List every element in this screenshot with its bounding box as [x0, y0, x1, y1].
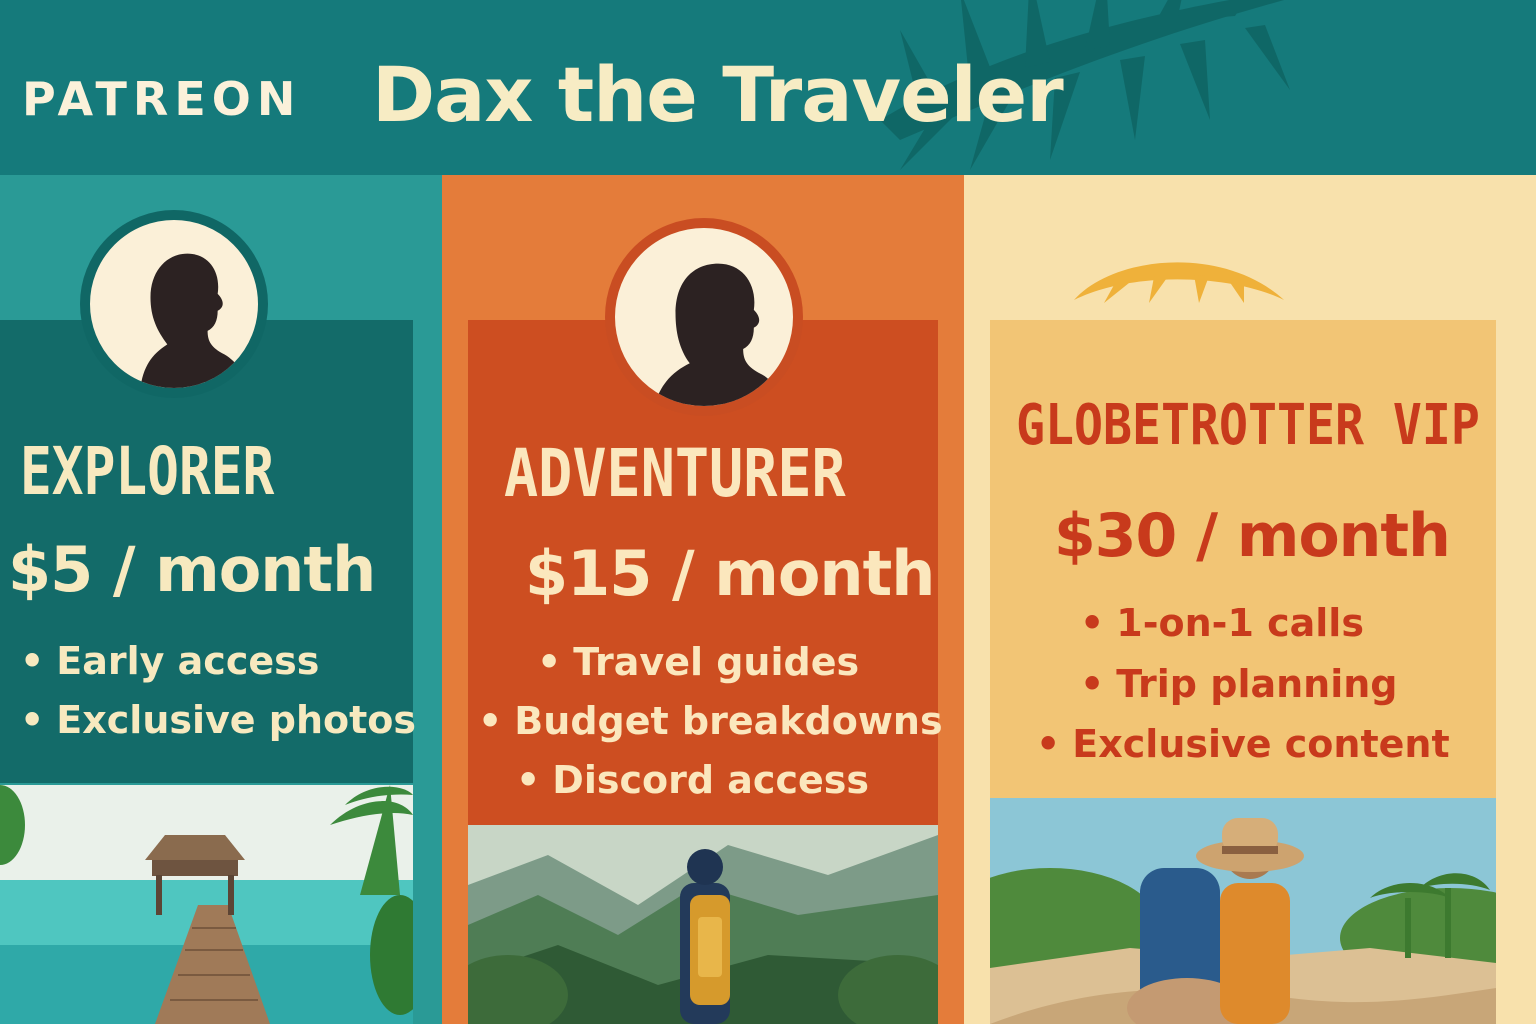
person-silhouette-icon: [654, 263, 779, 406]
page-title: Dax the Traveler: [372, 50, 1064, 139]
patreon-logo[interactable]: PATREON: [22, 72, 301, 126]
tier-name: ADVENTURER: [504, 435, 846, 512]
tier-card-globetrotter-vip[interactable]: GLOBETROTTER VIP $30 / month • 1-on-1 cal…: [964, 175, 1536, 1024]
tier-name: EXPLORER: [20, 433, 275, 510]
benefit-item: • Trip planning: [1080, 662, 1398, 706]
tier-card-adventurer[interactable]: ADVENTURER $15 / month • Travel guides • B…: [442, 175, 964, 1024]
tier-price: $30 / month: [1054, 501, 1451, 571]
palm-leaf-icon: [1074, 262, 1284, 303]
benefit-item: • Exclusive content: [1036, 722, 1450, 766]
benefit-item: • Travel guides: [537, 640, 860, 684]
tier-name: GLOBETROTTER VIP: [1016, 393, 1480, 458]
tier-price: $15 / month: [525, 537, 935, 610]
benefit-item: • 1-on-1 calls: [1080, 601, 1364, 645]
beach-pier-photo: [0, 785, 413, 1024]
benefit-item: • Early access: [20, 639, 320, 683]
page-header: PATREON Dax the Traveler: [0, 0, 1536, 175]
benefit-item: • Discord access: [516, 758, 869, 802]
benefit-item: • Exclusive photos: [20, 698, 417, 742]
person-silhouette-icon: [140, 253, 245, 388]
benefit-item: • Budget breakdowns: [478, 699, 943, 743]
tier-price: $5 / month: [8, 533, 376, 606]
avatar: [80, 210, 268, 398]
avatar: [605, 218, 803, 416]
mountain-hiker-photo: [468, 825, 938, 1024]
beach-travelers-photo: [990, 798, 1496, 1024]
tier-card-explorer[interactable]: EXPLORER $5 / month • Early access • Exclu…: [0, 175, 442, 1024]
